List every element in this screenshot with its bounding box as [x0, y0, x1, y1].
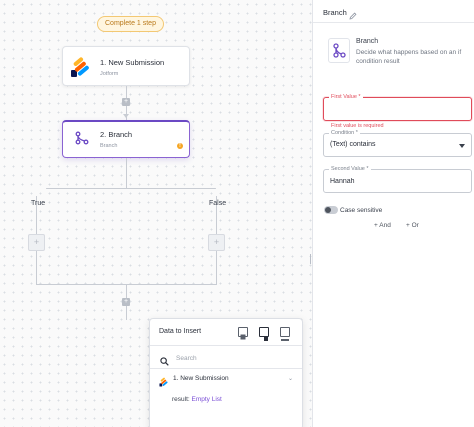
data-source-item[interactable]: 1. New Submission ⌄: [159, 373, 295, 387]
step-type-title: Branch: [356, 38, 379, 45]
add-step-button[interactable]: +: [122, 298, 130, 306]
data-field-key: result:: [172, 396, 190, 403]
flow-node-new-submission[interactable]: 1. New Submission Jotform: [62, 46, 190, 86]
jotform-icon: [159, 374, 169, 387]
branch-line: [46, 188, 216, 189]
branch-label-false: False: [209, 200, 227, 207]
step-type-description: Decide what happens based on an if condi…: [356, 49, 462, 65]
first-value-input[interactable]: [330, 106, 460, 113]
branch-icon: [75, 131, 89, 145]
toggle-knob: [325, 207, 331, 213]
divider: [150, 345, 302, 346]
node-subtitle: Jotform: [100, 71, 119, 77]
add-and-button[interactable]: + And: [374, 222, 391, 229]
panel-title: Branch: [323, 8, 347, 17]
second-value-field[interactable]: Second Value *: [323, 165, 472, 193]
jotform-icon: [71, 56, 91, 78]
search-input[interactable]: [176, 353, 291, 364]
condition-value: (Text) contains: [330, 141, 376, 148]
search-icon: [160, 353, 169, 366]
add-step-false-button[interactable]: +: [208, 234, 225, 251]
field-label: Second Value *: [329, 165, 371, 173]
add-or-button[interactable]: + Or: [406, 222, 419, 229]
caret-down-icon[interactable]: [459, 144, 465, 148]
data-field-result[interactable]: result: Empty List: [172, 396, 222, 403]
connector-line: [126, 158, 127, 188]
data-to-insert-panel: Data to Insert 1. New Submission ⌄ resul…: [149, 318, 303, 427]
flow-node-branch[interactable]: 2. Branch Branch !: [62, 120, 190, 158]
field-label: Condition *: [329, 129, 360, 137]
data-field-value[interactable]: Empty List: [192, 396, 222, 403]
case-sensitive-toggle[interactable]: [324, 206, 338, 214]
branch-label-true: True: [31, 200, 46, 207]
pencil-icon[interactable]: [349, 7, 357, 20]
branch-icon: [328, 38, 350, 63]
condition-select[interactable]: Condition * (Text) contains: [323, 129, 472, 157]
connector-arrow: [123, 114, 129, 118]
add-step-button[interactable]: +: [122, 98, 130, 106]
data-to-insert-title: Data to Insert: [159, 328, 202, 335]
view-mode-full-icon[interactable]: [238, 327, 248, 340]
field-label: First Value *: [329, 93, 363, 101]
second-value-input[interactable]: [330, 178, 460, 185]
node-title: 1. New Submission: [100, 58, 165, 67]
view-mode-corner-icon[interactable]: [280, 327, 290, 341]
settings-panel: Branch Branch Decide what happens based …: [313, 0, 474, 427]
view-mode-split-icon[interactable]: [259, 327, 269, 341]
divider: [313, 22, 474, 23]
node-subtitle: Branch: [100, 143, 118, 149]
status-pill: Complete 1 step: [97, 16, 164, 32]
data-source-label: 1. New Submission: [173, 375, 229, 382]
divider: [150, 368, 302, 369]
case-sensitive-label: Case sensitive: [340, 207, 383, 214]
first-value-field[interactable]: First Value *: [323, 93, 472, 121]
add-step-true-button[interactable]: +: [28, 234, 45, 251]
chevron-down-icon[interactable]: ⌄: [288, 375, 293, 382]
warning-icon: !: [177, 143, 183, 149]
node-title: 2. Branch: [100, 130, 133, 139]
